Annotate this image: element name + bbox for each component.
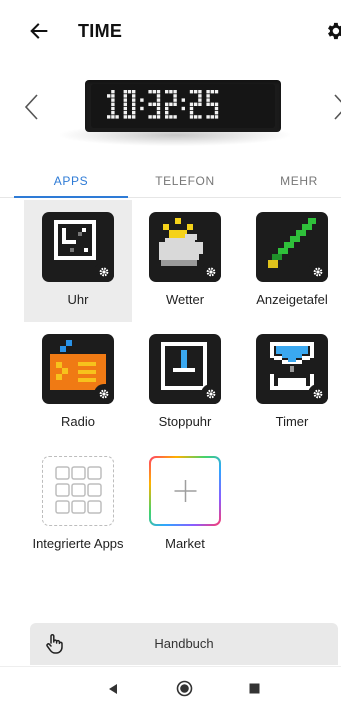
- chevron-left-icon[interactable]: [22, 92, 42, 122]
- settings-badge: [201, 262, 221, 282]
- weather-app-icon: [149, 212, 221, 282]
- clock-colon: [140, 98, 144, 111]
- app-tile-wetter[interactable]: Wetter: [131, 200, 239, 322]
- stopwatch-app-icon: [149, 334, 221, 404]
- arrow-left-icon[interactable]: [28, 20, 50, 42]
- app-tile-timer[interactable]: Timer: [238, 322, 341, 444]
- tab-indicator: [14, 196, 128, 198]
- app-label: Timer: [275, 414, 309, 429]
- system-nav-bar: [0, 666, 341, 708]
- clock-digit: [165, 90, 177, 119]
- app-tile-stoppuhr[interactable]: Stoppuhr: [131, 322, 239, 444]
- tab-bar: APPS TELEFON MEHR: [0, 166, 341, 198]
- clock-digit: [123, 90, 136, 119]
- triangle-back-icon[interactable]: [107, 683, 119, 695]
- gear-icon[interactable]: [324, 20, 341, 42]
- tab-apps[interactable]: APPS: [14, 174, 128, 188]
- settings-badge: [94, 262, 114, 282]
- settings-badge: [94, 384, 114, 404]
- app-tile-market[interactable]: Market: [131, 444, 239, 566]
- clock-colon: [181, 98, 185, 111]
- hourglass-app-icon: [256, 334, 328, 404]
- chevron-right-icon[interactable]: [330, 92, 341, 122]
- clock-digit: [148, 90, 161, 119]
- app-tile-radio[interactable]: Radio: [24, 322, 132, 444]
- clock-digit: [206, 90, 219, 119]
- app-bar: TIME: [0, 0, 341, 64]
- clock-app-icon: [42, 212, 114, 282]
- app-label: Market: [165, 536, 205, 551]
- settings-badge: [201, 384, 221, 404]
- grid-icon: [42, 456, 114, 526]
- app-tile-integrierte-apps[interactable]: Integrierte Apps: [24, 444, 132, 566]
- device-preview: [0, 66, 341, 156]
- tab-mehr[interactable]: MEHR: [242, 174, 341, 188]
- handbuch-label: Handbuch: [154, 636, 214, 651]
- radio-app-icon: [42, 334, 114, 404]
- handbuch-button[interactable]: Handbuch: [30, 623, 338, 665]
- clock-digits: [107, 90, 219, 119]
- clock-digit: [107, 90, 119, 119]
- square-recents-icon[interactable]: [249, 683, 260, 694]
- settings-badge: [308, 262, 328, 282]
- scoreboard-app-icon: [256, 212, 328, 282]
- page-title: TIME: [78, 21, 123, 41]
- device-display: [85, 80, 281, 132]
- tab-telefon[interactable]: TELEFON: [128, 174, 242, 188]
- plus-icon: [149, 456, 221, 526]
- app-label: Anzeigetafel: [256, 292, 328, 307]
- circle-home-icon[interactable]: [176, 680, 193, 697]
- app-tile-uhr[interactable]: Uhr: [24, 200, 132, 322]
- settings-badge: [308, 384, 328, 404]
- clock-digit: [189, 90, 202, 119]
- app-tile-anzeigetafel[interactable]: Anzeigetafel: [238, 200, 341, 322]
